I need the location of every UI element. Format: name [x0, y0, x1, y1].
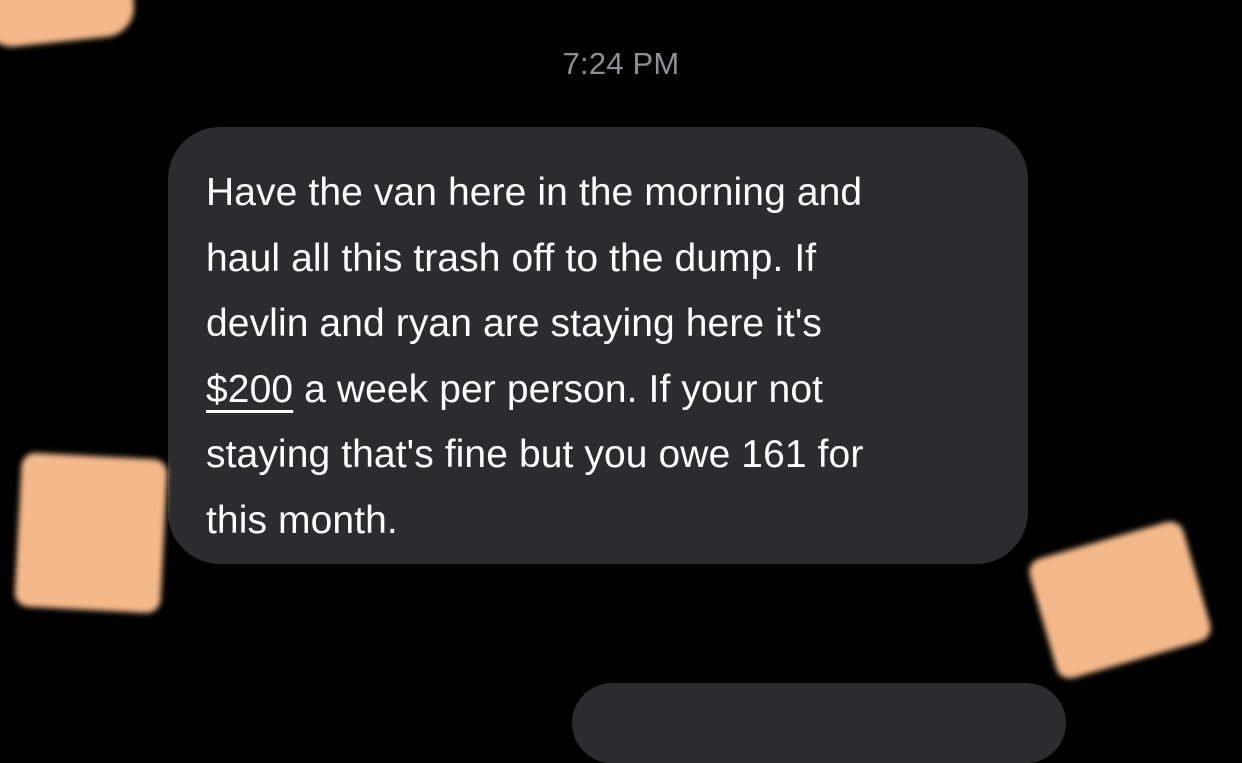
message-timestamp: 7:24 PM	[562, 46, 680, 81]
message-line: Have the van here in the morning and	[206, 171, 863, 214]
message-text: Have the van here in the morning and hau…	[206, 160, 998, 553]
amount-link[interactable]: $200	[206, 368, 293, 411]
message-line: $200 a week per person. If your not	[206, 357, 998, 423]
message-line: this month.	[206, 498, 398, 542]
next-message-bubble[interactable]	[572, 683, 1066, 763]
redaction-blur-top-left	[0, 0, 137, 50]
redaction-blur-avatar	[14, 452, 168, 614]
message-line-rest: a week per person. If your not	[304, 367, 824, 411]
message-line: devlin and ryan are staying here it's	[206, 302, 822, 345]
redaction-blur-right	[1026, 518, 1214, 682]
message-line: haul all this trash off to the dump. If	[206, 236, 817, 280]
message-line: staying that's fine but you owe 161 for	[206, 433, 864, 476]
incoming-message-bubble[interactable]: Have the van here in the morning and hau…	[168, 127, 1028, 564]
